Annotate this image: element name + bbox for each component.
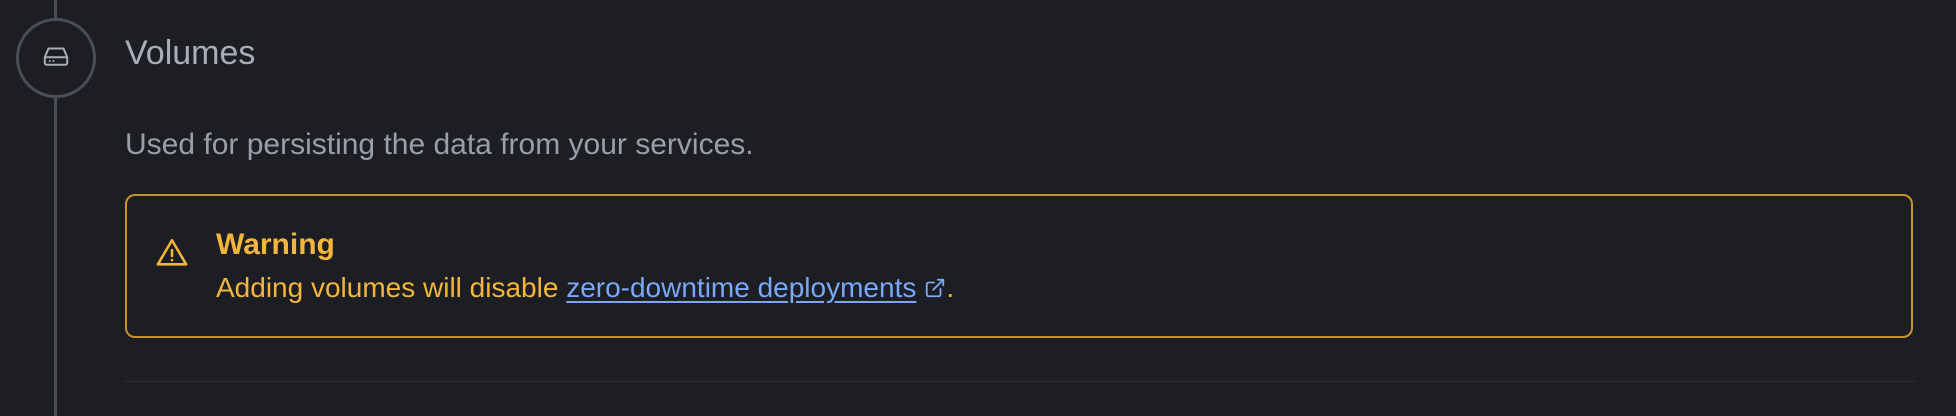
warning-triangle-icon xyxy=(155,236,189,270)
warning-text-end: . xyxy=(946,272,955,303)
link-label: zero-downtime deployments xyxy=(566,272,917,303)
section-title: Volumes xyxy=(125,34,256,72)
hard-drive-icon xyxy=(41,41,71,76)
warning-message: Adding volumes will disable zero-downtim… xyxy=(216,269,954,307)
section-description: Used for persisting the data from your s… xyxy=(125,128,754,161)
warning-text: Adding volumes will disable xyxy=(216,272,567,303)
zero-downtime-deployments-link[interactable]: zero-downtime deployments xyxy=(566,272,946,303)
warning-callout: Warning Adding volumes will disable zero… xyxy=(125,194,1913,338)
external-link-icon xyxy=(924,277,946,299)
section-icon-badge xyxy=(16,18,96,98)
warning-title: Warning xyxy=(216,228,335,261)
section-divider xyxy=(125,381,1915,382)
